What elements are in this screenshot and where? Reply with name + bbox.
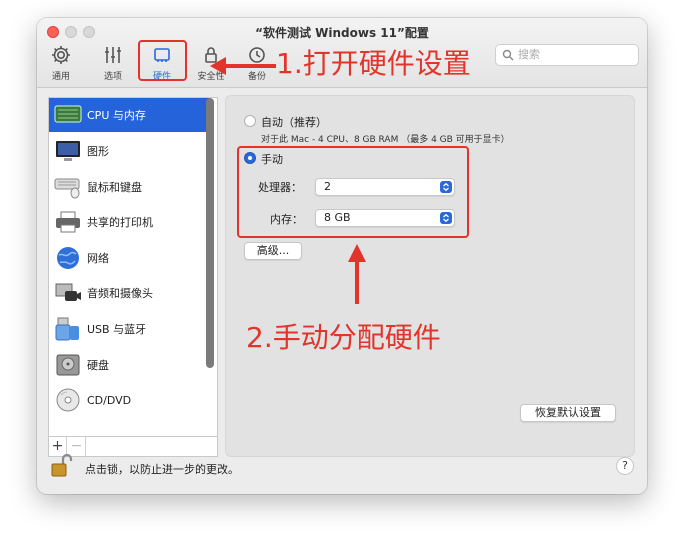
left-arrow-icon (210, 57, 276, 75)
up-arrow-icon (348, 244, 366, 304)
step1-annotation: 1.打开硬件设置 (276, 47, 471, 80)
step2-annotation: 2.手动分配硬件 (246, 321, 441, 354)
